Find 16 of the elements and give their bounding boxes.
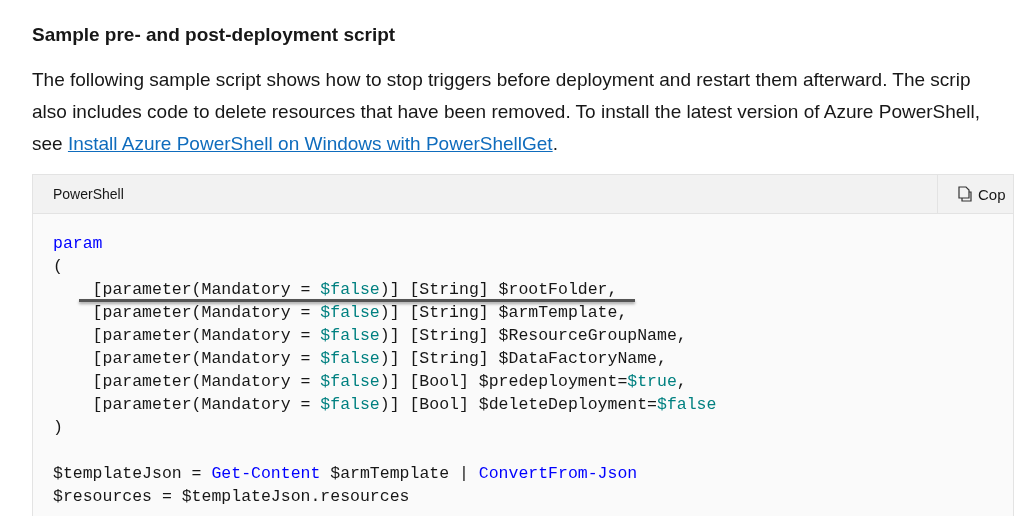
language-label: PowerShell (52, 186, 125, 202)
code-line: [parameter(Mandatory = $false)] [Bool] $deleteDeployment=$false (91, 395, 717, 414)
code-line: [parameter(Mandatory = $false)] [String] $armTemplate, (91, 303, 628, 322)
link[interactable]: Install Azure PowerShell on Windows with PowerShellGet (67, 133, 553, 154)
code-line: $templateJson = Get-Content $armTemplate | ConvertFrom-Json (53, 464, 638, 483)
code-line: [parameter(Mandatory = $false)] [String] $DataFactoryName, (91, 349, 667, 368)
code-line: ( (53, 257, 63, 276)
section-heading: Sample pre- and post-deployment script (32, 24, 397, 46)
code-line: [parameter(Mandatory = $false)] [String] $ResourceGroupName, (91, 326, 687, 345)
code-line: param (53, 234, 103, 253)
paragraph: The following sample script shows how to stop triggers before deployment and restart them afterward. The scrip also includes code to delete resources that have been removed. To install the latest version of Azure PowerShell, see Install Azure PowerShell on Windows with PowerShellGet. (32, 68, 982, 156)
code-line: [parameter(Mandatory = $false)] [Bool] $predeployment=$true, (91, 372, 687, 391)
code-line: ) (53, 418, 63, 437)
code-line: [parameter(Mandatory = $false)] [String] $rootFolder, (91, 280, 618, 299)
code-line: $resources = $templateJson.resources (53, 487, 410, 506)
copy-icon (958, 186, 972, 202)
